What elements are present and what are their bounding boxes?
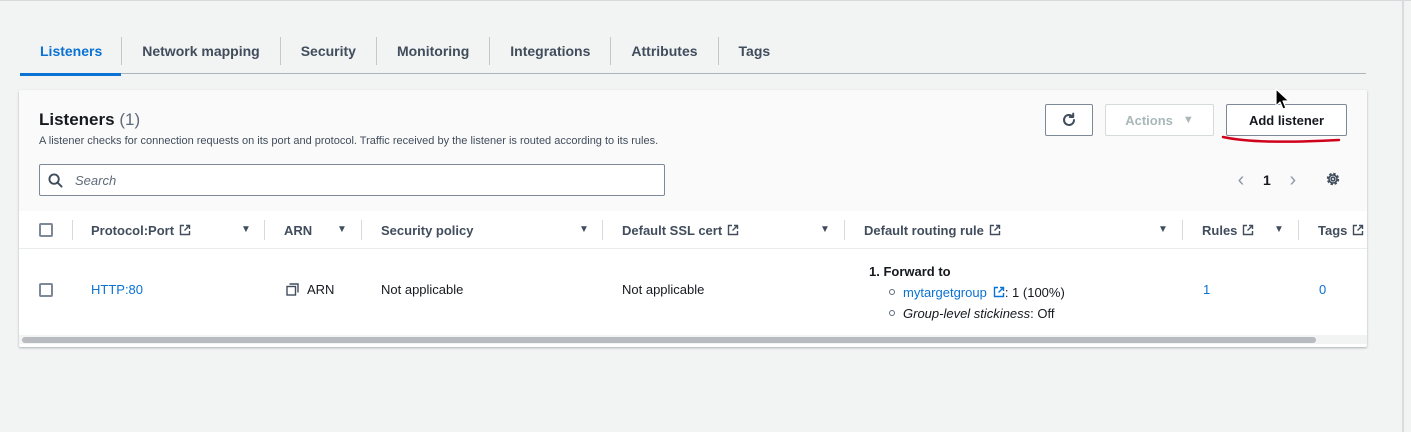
row-select-checkbox[interactable] bbox=[39, 283, 53, 297]
rules-count-link[interactable]: 1 bbox=[1203, 282, 1210, 297]
column-header-protocol-port[interactable]: Protocol:Port bbox=[91, 211, 191, 249]
external-link-icon bbox=[179, 224, 191, 236]
window-edge bbox=[1402, 0, 1404, 432]
external-link-icon bbox=[989, 224, 1001, 236]
sort-caret-icon[interactable]: ▼ bbox=[820, 224, 830, 235]
red-underline-annotation bbox=[1221, 135, 1341, 143]
column-label: Protocol:Port bbox=[91, 222, 175, 238]
panel-title: Listeners (1) bbox=[39, 110, 140, 130]
tab-integrations[interactable]: Integrations bbox=[490, 28, 610, 74]
table-row: HTTP:80 ARN Not applicable Not applicabl… bbox=[19, 249, 1367, 329]
column-separator bbox=[361, 220, 362, 240]
mouse-cursor-icon bbox=[1275, 88, 1290, 110]
top-border bbox=[0, 0, 1411, 1]
column-separator bbox=[844, 220, 845, 240]
column-header-default-routing-rule[interactable]: Default routing rule bbox=[864, 211, 1001, 249]
pagination: ‹ 1 › bbox=[1231, 168, 1303, 192]
column-header-arn[interactable]: ARN bbox=[284, 211, 312, 249]
stickiness-value: : Off bbox=[1030, 306, 1055, 321]
stickiness-label: Group-level stickiness bbox=[903, 306, 1031, 321]
security-policy-value: Not applicable bbox=[381, 282, 464, 297]
tab-network-mapping[interactable]: Network mapping bbox=[122, 28, 279, 74]
sort-caret-icon[interactable]: ▼ bbox=[579, 224, 589, 235]
search-box[interactable] bbox=[39, 164, 665, 196]
bullet-icon bbox=[889, 289, 895, 295]
search-icon bbox=[48, 172, 63, 188]
tab-security[interactable]: Security bbox=[281, 28, 376, 74]
target-group-link[interactable]: mytargetgroup bbox=[903, 285, 987, 300]
column-label: Tags bbox=[1318, 222, 1348, 238]
refresh-icon bbox=[1063, 112, 1075, 126]
column-label: Default SSL cert bbox=[622, 222, 723, 238]
external-link-icon bbox=[1243, 224, 1254, 236]
listeners-panel: Listeners (1) A listener checks for conn… bbox=[19, 90, 1367, 347]
add-listener-label: Add listener bbox=[1248, 112, 1325, 128]
refresh-button[interactable] bbox=[1045, 104, 1093, 136]
column-label: Rules bbox=[1202, 222, 1238, 238]
sort-caret-icon[interactable]: ▼ bbox=[337, 224, 347, 235]
arn-copy[interactable]: ARN bbox=[286, 282, 334, 297]
column-header-default-ssl-cert[interactable]: Default SSL cert bbox=[622, 211, 739, 249]
tab-attributes[interactable]: Attributes bbox=[611, 28, 717, 74]
external-link-icon bbox=[1353, 224, 1364, 236]
column-header-security-policy[interactable]: Security policy bbox=[381, 211, 473, 249]
column-label: Default routing rule bbox=[864, 222, 984, 238]
actions-label: Actions bbox=[1125, 112, 1173, 128]
tags-count-link[interactable]: 0 bbox=[1319, 282, 1326, 297]
column-header-rules[interactable]: Rules bbox=[1202, 211, 1254, 249]
stickiness-line: Group-level stickiness: Off bbox=[869, 303, 1065, 324]
target-weight: : 1 (100%) bbox=[1004, 285, 1065, 300]
search-input[interactable] bbox=[73, 171, 633, 189]
sort-caret-icon[interactable]: ▼ bbox=[1274, 224, 1284, 235]
panel-description: A listener checks for connection request… bbox=[39, 135, 659, 147]
column-label: Security policy bbox=[381, 222, 474, 238]
gear-icon[interactable] bbox=[1324, 170, 1342, 188]
actions-dropdown-button[interactable]: Actions ▼ bbox=[1105, 104, 1214, 136]
tab-tags[interactable]: Tags bbox=[719, 28, 791, 74]
panel-title-text: Listeners bbox=[39, 110, 115, 129]
listener-count: (1) bbox=[119, 110, 141, 129]
tab-monitoring[interactable]: Monitoring bbox=[377, 28, 489, 74]
routing-target-line: mytargetgroup : 1 (100%) bbox=[869, 282, 1065, 303]
routing-heading: 1. Forward to bbox=[869, 264, 951, 279]
external-link-icon bbox=[727, 224, 739, 236]
column-label: ARN bbox=[284, 222, 313, 238]
bullet-icon bbox=[889, 310, 895, 316]
column-separator bbox=[72, 220, 73, 240]
table-header: Protocol:Port ▼ ARN ▼ Security policy ▼ … bbox=[19, 211, 1367, 249]
column-separator bbox=[602, 220, 603, 240]
chevron-left-icon[interactable]: ‹ bbox=[1231, 169, 1251, 192]
external-link-icon[interactable] bbox=[993, 286, 1005, 298]
tab-bar: Listeners Network mapping Security Monit… bbox=[20, 28, 1366, 76]
tab-listeners[interactable]: Listeners bbox=[20, 28, 122, 76]
column-separator bbox=[1182, 220, 1183, 240]
sort-caret-icon[interactable]: ▼ bbox=[241, 224, 251, 235]
horizontal-scrollbar-thumb[interactable] bbox=[22, 337, 1316, 343]
page-number[interactable]: 1 bbox=[1263, 172, 1271, 188]
column-header-tags[interactable]: Tags bbox=[1318, 211, 1364, 249]
arn-label: ARN bbox=[307, 282, 335, 297]
protocol-port-link[interactable]: HTTP:80 bbox=[91, 282, 143, 297]
column-separator bbox=[1298, 220, 1299, 240]
chevron-right-icon[interactable]: › bbox=[1283, 169, 1303, 192]
default-routing-rule: 1. Forward to mytargetgroup : 1 (100%) Gr… bbox=[869, 261, 1065, 324]
column-separator bbox=[264, 220, 265, 240]
caret-down-icon: ▼ bbox=[1182, 114, 1194, 126]
select-all-checkbox[interactable] bbox=[39, 223, 53, 237]
sort-caret-icon[interactable]: ▼ bbox=[1158, 224, 1168, 235]
copy-icon[interactable] bbox=[286, 283, 299, 296]
ssl-cert-value: Not applicable bbox=[622, 282, 705, 297]
